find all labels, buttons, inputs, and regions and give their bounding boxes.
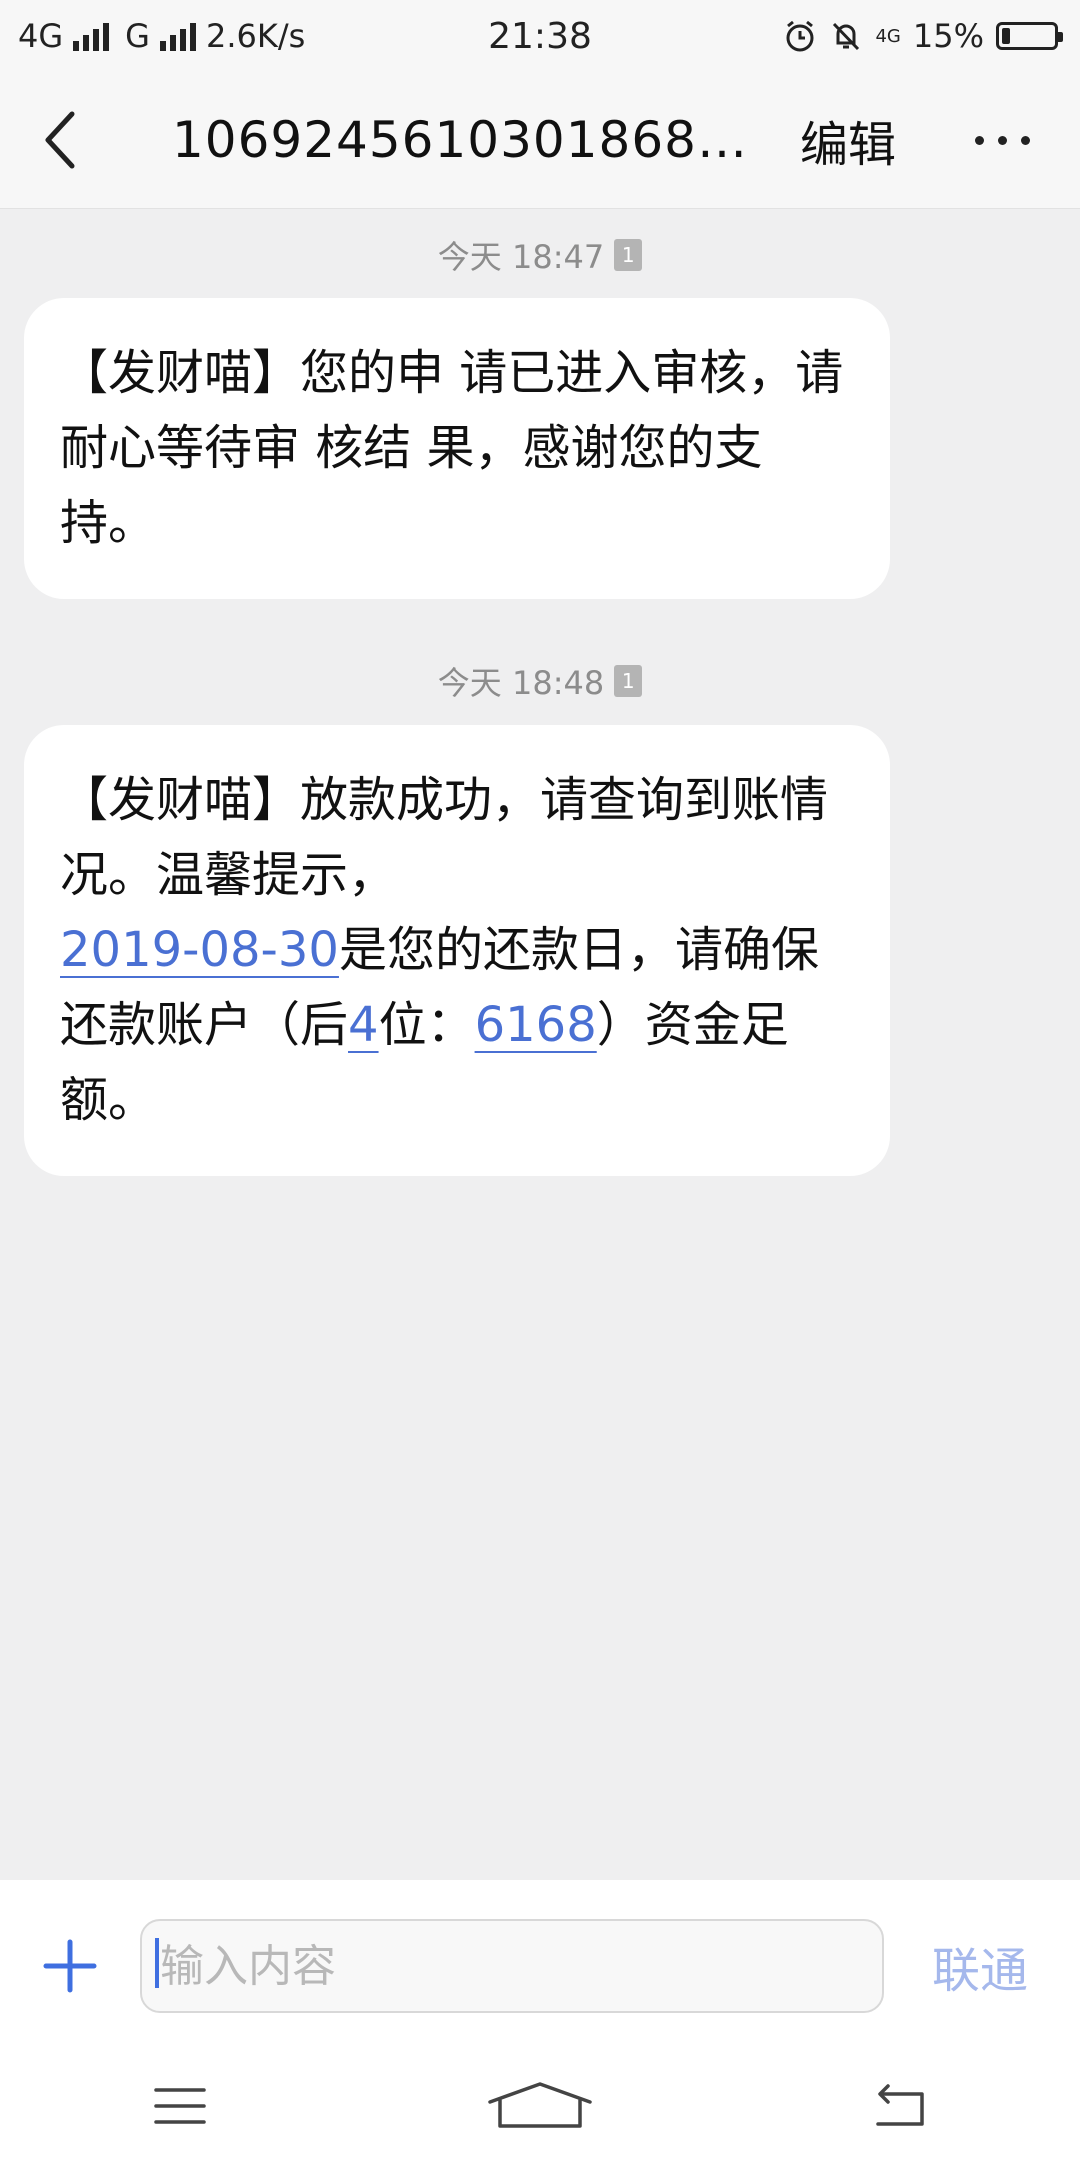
message-text: 【发财喵】放款成功，请查询到账情况。温馨提示， xyxy=(60,772,829,903)
sim-card-icon: 1 xyxy=(614,665,643,697)
network-speed: 2.6K/s xyxy=(205,17,306,55)
message-timestamp: 今天 18:47 1 xyxy=(0,232,1080,278)
battery-percent: 15% xyxy=(912,17,984,55)
home-nav-button[interactable] xyxy=(460,2056,620,2156)
message-text: 【发财喵】您的申 请已进入审核，请耐心等待审 核结 果，感谢您的支持。 xyxy=(60,345,844,551)
edit-button[interactable]: 编辑 xyxy=(800,105,896,175)
menu-nav-button[interactable] xyxy=(100,2056,260,2156)
signal-icon xyxy=(73,21,110,51)
more-button[interactable] xyxy=(962,100,1042,180)
alarm-icon xyxy=(786,20,814,52)
send-unicom-button[interactable]: 联通 xyxy=(932,1931,1028,2001)
status-bar: 4G G 2.6K/s 21:38 4G 15% xyxy=(0,0,1080,72)
back-nav-button[interactable] xyxy=(820,2056,980,2156)
battery-icon xyxy=(996,22,1063,50)
number-link[interactable]: 4 xyxy=(348,997,379,1053)
contact-number-title: 10692456103018683… xyxy=(172,111,772,169)
compose-bar: 联通 xyxy=(0,1880,1080,2052)
battery-fill xyxy=(1002,28,1010,44)
system-nav-bar xyxy=(0,2052,1080,2160)
network-type-2: G xyxy=(125,17,150,55)
message-text: 位： xyxy=(378,997,475,1053)
menu-icon xyxy=(154,2088,206,2124)
plus-icon xyxy=(43,1939,97,1993)
message-timestamp: 今天 18:48 1 xyxy=(0,658,1080,704)
date-link[interactable]: 2019-08-30 xyxy=(60,922,339,978)
message-bubble[interactable]: 【发财喵】放款成功，请查询到账情况。温馨提示， 2019-08-30是您的还款日… xyxy=(24,725,890,1176)
network-small: 4G xyxy=(875,25,901,47)
bell-off-icon xyxy=(833,22,860,51)
back-button[interactable] xyxy=(0,72,120,208)
account-number-link[interactable]: 6168 xyxy=(475,997,597,1053)
conversation-header: 10692456103018683… 编辑 xyxy=(0,72,1080,209)
network-type-1: 4G xyxy=(18,17,64,55)
back-arrow-icon xyxy=(876,2084,924,2126)
more-dots-icon xyxy=(974,135,1030,145)
timestamp-text: 今天 18:47 xyxy=(437,238,605,276)
attach-button[interactable] xyxy=(0,1880,140,2052)
sms-conversation-screen: 4G G 2.6K/s 21:38 4G 15% 106924561030186… xyxy=(0,0,1080,2160)
text-cursor xyxy=(155,1938,159,1988)
sim-card-icon: 1 xyxy=(614,239,643,271)
message-bubble[interactable]: 【发财喵】您的申 请已进入审核，请耐心等待审 核结 果，感谢您的支持。 xyxy=(24,298,890,599)
status-right: 4G 15% xyxy=(783,17,1080,55)
signal-icon-2 xyxy=(159,21,196,51)
message-input[interactable] xyxy=(140,1919,884,2013)
status-left: 4G G 2.6K/s xyxy=(0,17,305,55)
chevron-left-icon xyxy=(45,111,75,169)
home-icon xyxy=(488,2082,592,2128)
timestamp-text: 今天 18:48 xyxy=(437,664,605,702)
